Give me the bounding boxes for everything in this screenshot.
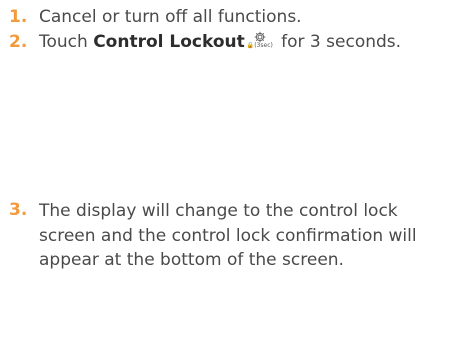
step-text-before: Touch	[39, 32, 94, 52]
control-lockout-label: Control Lockout	[93, 32, 245, 52]
step-number: 3.	[9, 200, 28, 220]
gear-lock-icon: 🔒(3sec)	[247, 31, 273, 51]
step-text-after: for 3 seconds.	[275, 32, 402, 52]
lock-icon-caption: 🔒(3sec)	[246, 42, 273, 49]
step-number: 2.	[9, 32, 28, 52]
step-number: 1.	[9, 7, 28, 27]
step-text: Cancel or turn off all functions.	[39, 7, 302, 27]
step-text: The display will change to the control l…	[39, 201, 417, 270]
step-text: Touch Control Lockout 🔒(3sec) for 3 seco…	[39, 31, 458, 54]
